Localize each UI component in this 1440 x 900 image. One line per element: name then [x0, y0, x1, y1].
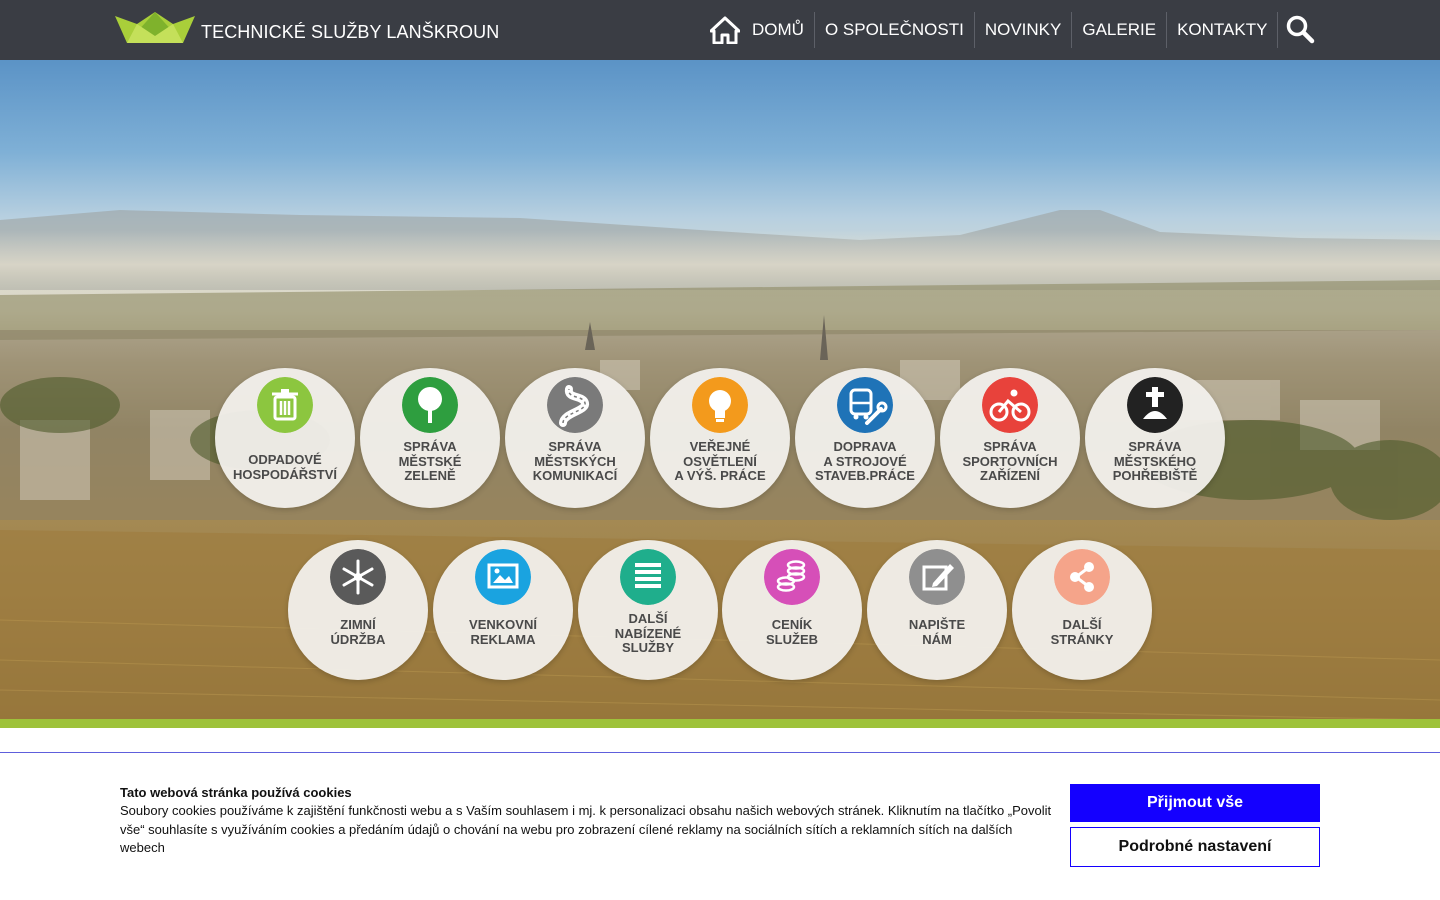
service-label: DALŠÍ STRÁNKY — [1050, 617, 1114, 647]
cyclist-icon — [982, 377, 1038, 433]
nav-contacts[interactable]: KONTAKTY — [1167, 12, 1279, 48]
nav-news[interactable]: NOVINKY — [975, 12, 1073, 48]
service-other-services[interactable]: DALŠÍ NABÍZENÉ SLUŽBY — [578, 540, 718, 680]
trash-can-icon — [257, 377, 313, 433]
service-label: SPRÁVA SPORTOVNÍCH ZAŘÍZENÍ — [962, 439, 1058, 483]
service-other-pages[interactable]: DALŠÍ STRÁNKY — [1012, 540, 1152, 680]
service-label: DALŠÍ NABÍZENÉ SLUŽBY — [614, 611, 682, 655]
cookie-divider — [0, 752, 1440, 753]
service-label: CENÍK SLUŽEB — [766, 617, 818, 647]
nav-home[interactable]: DOMŮ — [708, 12, 815, 48]
cookie-title: Tato webová stránka používá cookies — [120, 785, 352, 800]
service-label: VEŘEJNÉ OSVĚTLENÍ A VÝŠ. PRÁCE — [674, 439, 766, 483]
service-cemetery[interactable]: SPRÁVA MĚSTSKÉHO POHŘEBIŠTĚ — [1085, 368, 1225, 508]
cookie-settings-button[interactable]: Podrobné nastavení — [1070, 827, 1320, 867]
service-label: ZIMNÍ ÚDRŽBA — [330, 617, 386, 647]
service-price-list[interactable]: CENÍK SLUŽEB — [722, 540, 862, 680]
pencil-note-icon — [909, 549, 965, 605]
service-label: SPRÁVA MĚSTSKÉHO POHŘEBIŠTĚ — [1112, 439, 1198, 483]
service-sports-facilities[interactable]: SPRÁVA SPORTOVNÍCH ZAŘÍZENÍ — [940, 368, 1080, 508]
cookie-text: Soubory cookies používáme k zajištění fu… — [120, 803, 1052, 855]
list-icon — [620, 549, 676, 605]
nav-gallery[interactable]: GALERIE — [1072, 12, 1168, 48]
service-transport-machinery[interactable]: DOPRAVA A STROJOVÉ STAVEB.PRÁCE — [795, 368, 935, 508]
bus-wrench-icon — [837, 377, 893, 433]
picture-icon — [475, 549, 531, 605]
accent-divider — [0, 719, 1440, 728]
tree-icon — [402, 377, 458, 433]
cookie-banner: Tato webová stránka používá cookies Soub… — [0, 728, 1440, 900]
service-label: DOPRAVA A STROJOVÉ STAVEB.PRÁCE — [815, 439, 915, 483]
main-nav: DOMŮ O SPOLEČNOSTI NOVINKY GALERIE KONTA… — [708, 12, 1279, 48]
service-contact-us[interactable]: NAPIŠTE NÁM — [867, 540, 1007, 680]
crown-logo-icon[interactable] — [115, 12, 195, 46]
site-header: TECHNICKÉ SLUŽBY LANŠKROUN DOMŮ O SPOLEČ… — [0, 0, 1440, 60]
service-public-lighting[interactable]: VEŘEJNÉ OSVĚTLENÍ A VÝŠ. PRÁCE — [650, 368, 790, 508]
nav-about[interactable]: O SPOLEČNOSTI — [815, 12, 975, 48]
service-city-greenery[interactable]: SPRÁVA MĚSTSKÉ ZELENĚ — [360, 368, 500, 508]
road-icon — [547, 377, 603, 433]
service-label: SPRÁVA MĚSTSKÝCH KOMUNIKACÍ — [532, 439, 618, 483]
service-waste-management[interactable]: ODPADOVÉ HOSPODÁŘSTVÍ — [215, 368, 355, 508]
share-icon — [1054, 549, 1110, 605]
hero-banner: ODPADOVÉ HOSPODÁŘSTVÍ SPRÁVA MĚSTSKÉ ZELENĚ… — [0, 60, 1440, 720]
service-city-roads[interactable]: SPRÁVA MĚSTSKÝCH KOMUNIKACÍ — [505, 368, 645, 508]
service-label: SPRÁVA MĚSTSKÉ ZELENĚ — [398, 439, 462, 483]
grave-cross-icon — [1127, 377, 1183, 433]
light-bulb-icon — [692, 377, 748, 433]
service-label: VENKOVNÍ REKLAMA — [469, 617, 537, 647]
service-winter-maintenance[interactable]: ZIMNÍ ÚDRŽBA — [288, 540, 428, 680]
accept-all-button[interactable]: Přijmout vše — [1070, 784, 1320, 822]
coins-icon — [764, 549, 820, 605]
home-icon — [710, 16, 740, 44]
search-icon[interactable] — [1285, 14, 1315, 44]
service-label: NAPIŠTE NÁM — [908, 617, 966, 647]
service-outdoor-advertising[interactable]: VENKOVNÍ REKLAMA — [433, 540, 573, 680]
service-label: ODPADOVÉ HOSPODÁŘSTVÍ — [232, 452, 337, 482]
nav-home-label: DOMŮ — [752, 20, 804, 39]
site-brand[interactable]: TECHNICKÉ SLUŽBY LANŠKROUN — [201, 22, 499, 43]
snowflake-icon — [330, 549, 386, 605]
